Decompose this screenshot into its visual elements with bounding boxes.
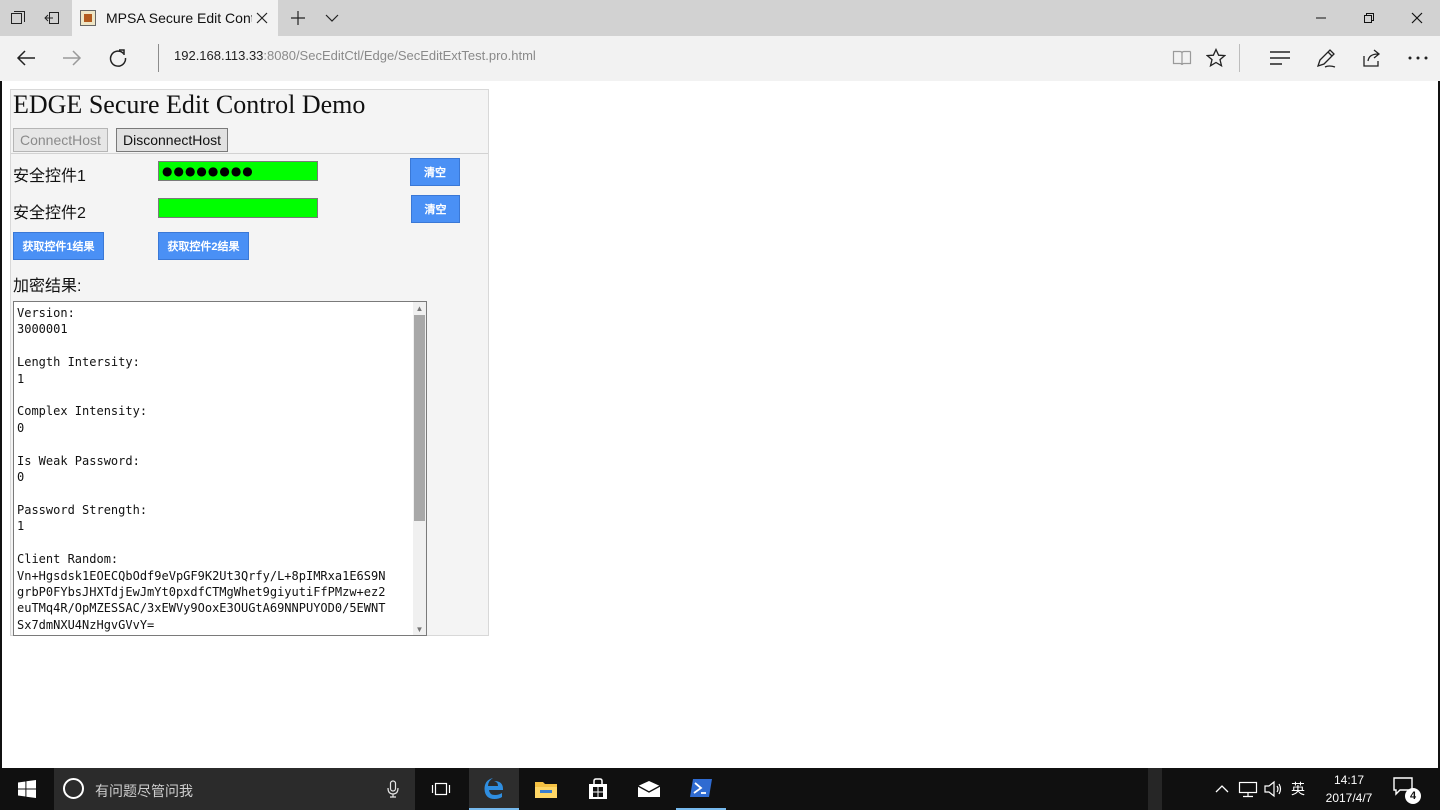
restore-icon[interactable] <box>1346 0 1392 36</box>
tab-preview-chevron-icon[interactable] <box>320 6 344 30</box>
active-tab[interactable]: MPSA Secure Edit Control <box>72 0 278 36</box>
cortana-icon[interactable] <box>63 778 84 799</box>
scroll-down-arrow-icon[interactable]: ▼ <box>413 623 426 635</box>
get-control-2-result-button[interactable]: 获取控件2结果 <box>158 232 249 260</box>
site-favicon-icon <box>80 10 96 26</box>
more-options-icon[interactable] <box>1400 42 1436 74</box>
refresh-icon[interactable] <box>100 42 136 74</box>
tab-manager-icon[interactable] <box>6 6 30 30</box>
mail-icon[interactable] <box>624 768 674 810</box>
powershell-icon[interactable] <box>676 768 726 810</box>
scroll-thumb[interactable] <box>414 315 425 521</box>
action-center-icon[interactable]: 4 <box>1392 776 1422 804</box>
input-method-indicator[interactable]: 英 <box>1287 778 1309 800</box>
new-tab-icon[interactable] <box>286 6 310 30</box>
browser-tab-bar: MPSA Secure Edit Control <box>0 0 1440 36</box>
edge-browser-icon[interactable] <box>469 768 519 810</box>
set-tabs-aside-icon[interactable] <box>40 6 64 30</box>
web-page: EDGE Secure Edit Control Demo ConnectHos… <box>0 81 1440 768</box>
back-icon[interactable] <box>8 42 44 74</box>
favorite-star-icon[interactable] <box>1198 42 1234 74</box>
connect-host-button[interactable]: ConnectHost <box>13 128 108 152</box>
close-window-icon[interactable] <box>1394 0 1440 36</box>
tab-close-icon[interactable] <box>252 8 272 28</box>
windows-taskbar: 有问题尽管问我 英 14:17 2017/4/7 4 <box>0 768 1440 810</box>
address-host: 192.168.113.33 <box>174 48 264 63</box>
secure-control-2-input[interactable] <box>158 198 318 218</box>
address-path: :8080/SecEditCtl/Edge/SecEditExtTest.pro… <box>263 48 536 63</box>
volume-icon[interactable] <box>1262 778 1284 800</box>
page-title: EDGE Secure Edit Control Demo <box>13 90 366 119</box>
encryption-result-textarea[interactable]: Version: 3000001 Length Intersity: 1 Com… <box>13 301 427 636</box>
scroll-up-arrow-icon[interactable]: ▲ <box>413 302 426 314</box>
file-explorer-icon[interactable] <box>521 768 571 810</box>
minimize-icon[interactable] <box>1298 0 1344 36</box>
disconnect-host-button[interactable]: DisconnectHost <box>116 128 229 152</box>
forward-icon[interactable] <box>54 42 90 74</box>
browser-address-bar: 192.168.113.33:8080/SecEditCtl/Edge/SecE… <box>0 36 1440 81</box>
notification-count-badge: 4 <box>1405 788 1421 804</box>
clock-time: 14:17 <box>1333 773 1365 787</box>
result-scrollbar[interactable]: ▲ ▼ <box>413 302 426 635</box>
clear-control-2-button[interactable]: 清空 <box>411 195 460 223</box>
system-clock[interactable]: 14:17 2017/4/7 <box>1312 771 1386 807</box>
secure-control-1-label: 安全控件1 <box>13 168 86 185</box>
clock-date: 2017/4/7 <box>1325 791 1373 805</box>
address-field[interactable]: 192.168.113.33:8080/SecEditCtl/Edge/SecE… <box>174 48 536 63</box>
web-note-pen-icon[interactable] <box>1308 42 1344 74</box>
get-control-1-result-button[interactable]: 获取控件1结果 <box>13 232 104 260</box>
address-separator <box>158 44 159 72</box>
taskbar-tray-separator <box>1148 768 1162 810</box>
show-hidden-icons-chevron-icon[interactable] <box>1211 778 1233 800</box>
secure-control-2-label: 安全控件2 <box>13 205 86 222</box>
encryption-result-label: 加密结果: <box>13 278 82 295</box>
share-icon[interactable] <box>1354 42 1390 74</box>
microphone-icon[interactable] <box>387 780 399 803</box>
task-view-icon[interactable] <box>416 768 466 810</box>
clear-control-1-button[interactable]: 清空 <box>410 158 460 186</box>
taskbar-search-box[interactable]: 有问题尽管问我 <box>54 768 415 810</box>
windows-start-icon[interactable] <box>0 768 54 810</box>
tab-title: MPSA Secure Edit Control <box>106 10 252 26</box>
panel-divider <box>11 153 488 154</box>
demo-panel: EDGE Secure Edit Control Demo ConnectHos… <box>10 89 489 636</box>
search-placeholder: 有问题尽管问我 <box>95 783 193 799</box>
toolbar-separator <box>1239 44 1240 72</box>
network-icon[interactable] <box>1237 778 1259 800</box>
encryption-result-text[interactable]: Version: 3000001 Length Intersity: 1 Com… <box>17 305 413 633</box>
store-icon[interactable] <box>573 768 623 810</box>
hub-icon[interactable] <box>1262 42 1298 74</box>
reading-view-icon[interactable] <box>1164 42 1200 74</box>
secure-control-1-input[interactable]: ●●●●●●●● <box>158 161 318 181</box>
